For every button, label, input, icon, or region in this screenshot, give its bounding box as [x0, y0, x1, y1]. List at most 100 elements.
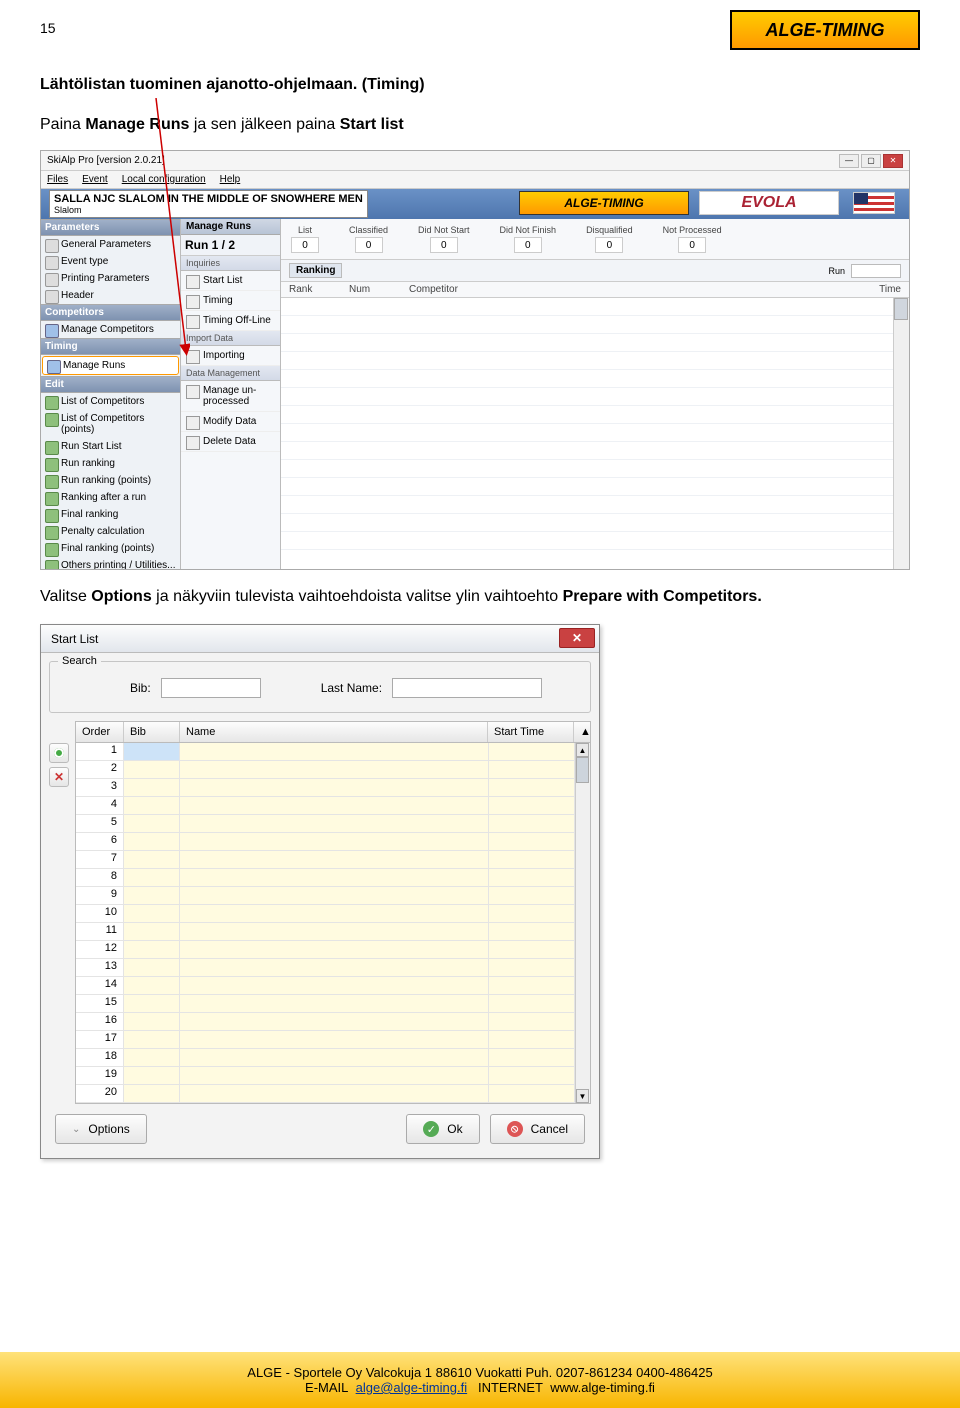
- menu-help[interactable]: Help: [220, 174, 241, 185]
- table-row[interactable]: 5: [76, 815, 590, 833]
- run-dropdown[interactable]: [851, 264, 901, 278]
- annotation-arrow: [150, 98, 190, 358]
- stats-row: List0 Classified0 Did Not Start0 Did Not…: [281, 219, 909, 260]
- sidebar-item-manage-runs[interactable]: Manage Runs: [42, 356, 179, 375]
- lastname-input[interactable]: [392, 678, 542, 698]
- mid-header: Manage Runs: [181, 219, 280, 235]
- footer-email-link[interactable]: alge@alge-timing.fi: [356, 1380, 467, 1395]
- col-num: Num: [349, 284, 409, 295]
- dialog-scrollbar[interactable]: [575, 743, 590, 1103]
- sidebar-item[interactable]: Final ranking (points): [41, 540, 180, 557]
- col-name[interactable]: Name: [180, 722, 488, 742]
- ranking-header: Rank Num Competitor Time: [281, 282, 909, 298]
- sidebar-item[interactable]: List of Competitors: [41, 393, 180, 410]
- add-row-button[interactable]: [49, 743, 69, 763]
- lastname-label: Last Name:: [321, 681, 382, 695]
- brand-logo-text: ALGE-TIMING: [766, 20, 885, 41]
- table-row[interactable]: 10: [76, 905, 590, 923]
- sidebar-item[interactable]: Others printing / Utilities...: [41, 557, 180, 570]
- delete-row-button[interactable]: [49, 767, 69, 787]
- sidebar-item[interactable]: Run Start List: [41, 438, 180, 455]
- evola-logo-icon: EVOLA: [699, 191, 839, 215]
- window-close[interactable]: ✕: [883, 154, 903, 168]
- menu-event[interactable]: Event: [82, 174, 108, 185]
- table-row[interactable]: 13: [76, 959, 590, 977]
- stat-cell: Did Not Start0: [418, 225, 470, 253]
- mid-section: Data Management: [181, 366, 280, 381]
- ranking-label: Ranking: [289, 263, 342, 278]
- table-row[interactable]: 16: [76, 1013, 590, 1031]
- table-row[interactable]: 18: [76, 1049, 590, 1067]
- options-button[interactable]: ⌄Options: [55, 1114, 147, 1144]
- scroll-thumb[interactable]: [894, 298, 908, 320]
- table-row[interactable]: 19: [76, 1067, 590, 1085]
- sidebar-item[interactable]: Final ranking: [41, 506, 180, 523]
- sidebar-item[interactable]: Run ranking: [41, 455, 180, 472]
- table-row[interactable]: 9: [76, 887, 590, 905]
- main-panel: List0 Classified0 Did Not Start0 Did Not…: [281, 219, 909, 569]
- window-minimize[interactable]: —: [839, 154, 859, 168]
- chevron-down-icon: ⌄: [72, 1124, 80, 1135]
- menu-files[interactable]: Files: [47, 174, 68, 185]
- table-row[interactable]: 7: [76, 851, 590, 869]
- table-row[interactable]: 12: [76, 941, 590, 959]
- col-order[interactable]: Order: [76, 722, 124, 742]
- dialog-titlebar: Start List ✕: [41, 625, 599, 653]
- table-row[interactable]: 15: [76, 995, 590, 1013]
- start-list-dialog: Start List ✕ Search Bib: Last Name: Orde…: [40, 624, 600, 1159]
- mid-panel: Manage Runs Run 1 / 2 Inquiries Start Li…: [181, 219, 281, 569]
- table-row[interactable]: 11: [76, 923, 590, 941]
- dialog-title: Start List: [51, 632, 98, 646]
- mid-item-timing-off[interactable]: Timing Off-Line: [181, 311, 280, 331]
- flag-icon: [853, 192, 895, 214]
- col-start-time[interactable]: Start Time: [488, 722, 574, 742]
- dialog-close-button[interactable]: ✕: [559, 628, 595, 648]
- footer-line2: E-MAIL alge@alge-timing.fi INTERNET www.…: [305, 1380, 655, 1395]
- mid-section: Import Data: [181, 331, 280, 346]
- scroll-down-icon[interactable]: ▼: [576, 1089, 589, 1103]
- mid-item-startlist[interactable]: Start List: [181, 271, 280, 291]
- bib-input[interactable]: [161, 678, 261, 698]
- sidebar-item[interactable]: Run ranking (points): [41, 472, 180, 489]
- ranking-rows: [281, 298, 909, 569]
- mid-item[interactable]: Manage un-processed: [181, 381, 280, 412]
- ok-button[interactable]: ✓Ok: [406, 1114, 479, 1144]
- table-row[interactable]: 8: [76, 869, 590, 887]
- sidebar-item[interactable]: List of Competitors (points): [41, 410, 180, 438]
- table-row[interactable]: 1: [76, 743, 590, 761]
- stat-cell: Not Processed0: [663, 225, 722, 253]
- check-icon: ✓: [423, 1121, 439, 1137]
- mid-item-importing[interactable]: Importing: [181, 346, 280, 366]
- table-row[interactable]: 4: [76, 797, 590, 815]
- cancel-button[interactable]: ⦸Cancel: [490, 1114, 585, 1144]
- table-row[interactable]: 6: [76, 833, 590, 851]
- col-rank: Rank: [289, 284, 349, 295]
- window-maximize[interactable]: ▢: [861, 154, 881, 168]
- table-row[interactable]: 2: [76, 761, 590, 779]
- scrollbar[interactable]: [893, 298, 909, 569]
- table-row[interactable]: 14: [76, 977, 590, 995]
- event-subtitle: Slalom: [54, 205, 363, 215]
- scroll-up-icon[interactable]: ▲: [576, 743, 589, 757]
- col-scroll: ▲: [574, 722, 590, 742]
- stat-cell: Disqualified0: [586, 225, 633, 253]
- table-row[interactable]: 3: [76, 779, 590, 797]
- heading: Lähtölistan tuominen ajanotto-ohjelmaan.…: [40, 76, 920, 94]
- alge-logo-icon: ALGE-TIMING: [519, 191, 689, 215]
- dialog-scroll-thumb[interactable]: [576, 757, 589, 783]
- stat-cell: Classified0: [349, 225, 388, 253]
- table-row[interactable]: 20: [76, 1085, 590, 1103]
- col-bib[interactable]: Bib: [124, 722, 180, 742]
- table-row[interactable]: 17: [76, 1031, 590, 1049]
- table-body: ▲ ▼ 1234567891011121314151617181920: [75, 743, 591, 1104]
- table-header: Order Bib Name Start Time ▲: [75, 721, 591, 743]
- mid-item[interactable]: Modify Data: [181, 412, 280, 432]
- sidebar-item[interactable]: Ranking after a run: [41, 489, 180, 506]
- bib-label: Bib:: [130, 681, 151, 695]
- ranking-bar: Ranking Run: [281, 260, 909, 282]
- event-name-box: SALLA NJC SLALOM IN THE MIDDLE OF SNOWHE…: [49, 190, 368, 218]
- sidebar-item[interactable]: Penalty calculation: [41, 523, 180, 540]
- section-edit: Edit: [41, 376, 180, 393]
- mid-item[interactable]: Delete Data: [181, 432, 280, 452]
- mid-item-timing[interactable]: Timing: [181, 291, 280, 311]
